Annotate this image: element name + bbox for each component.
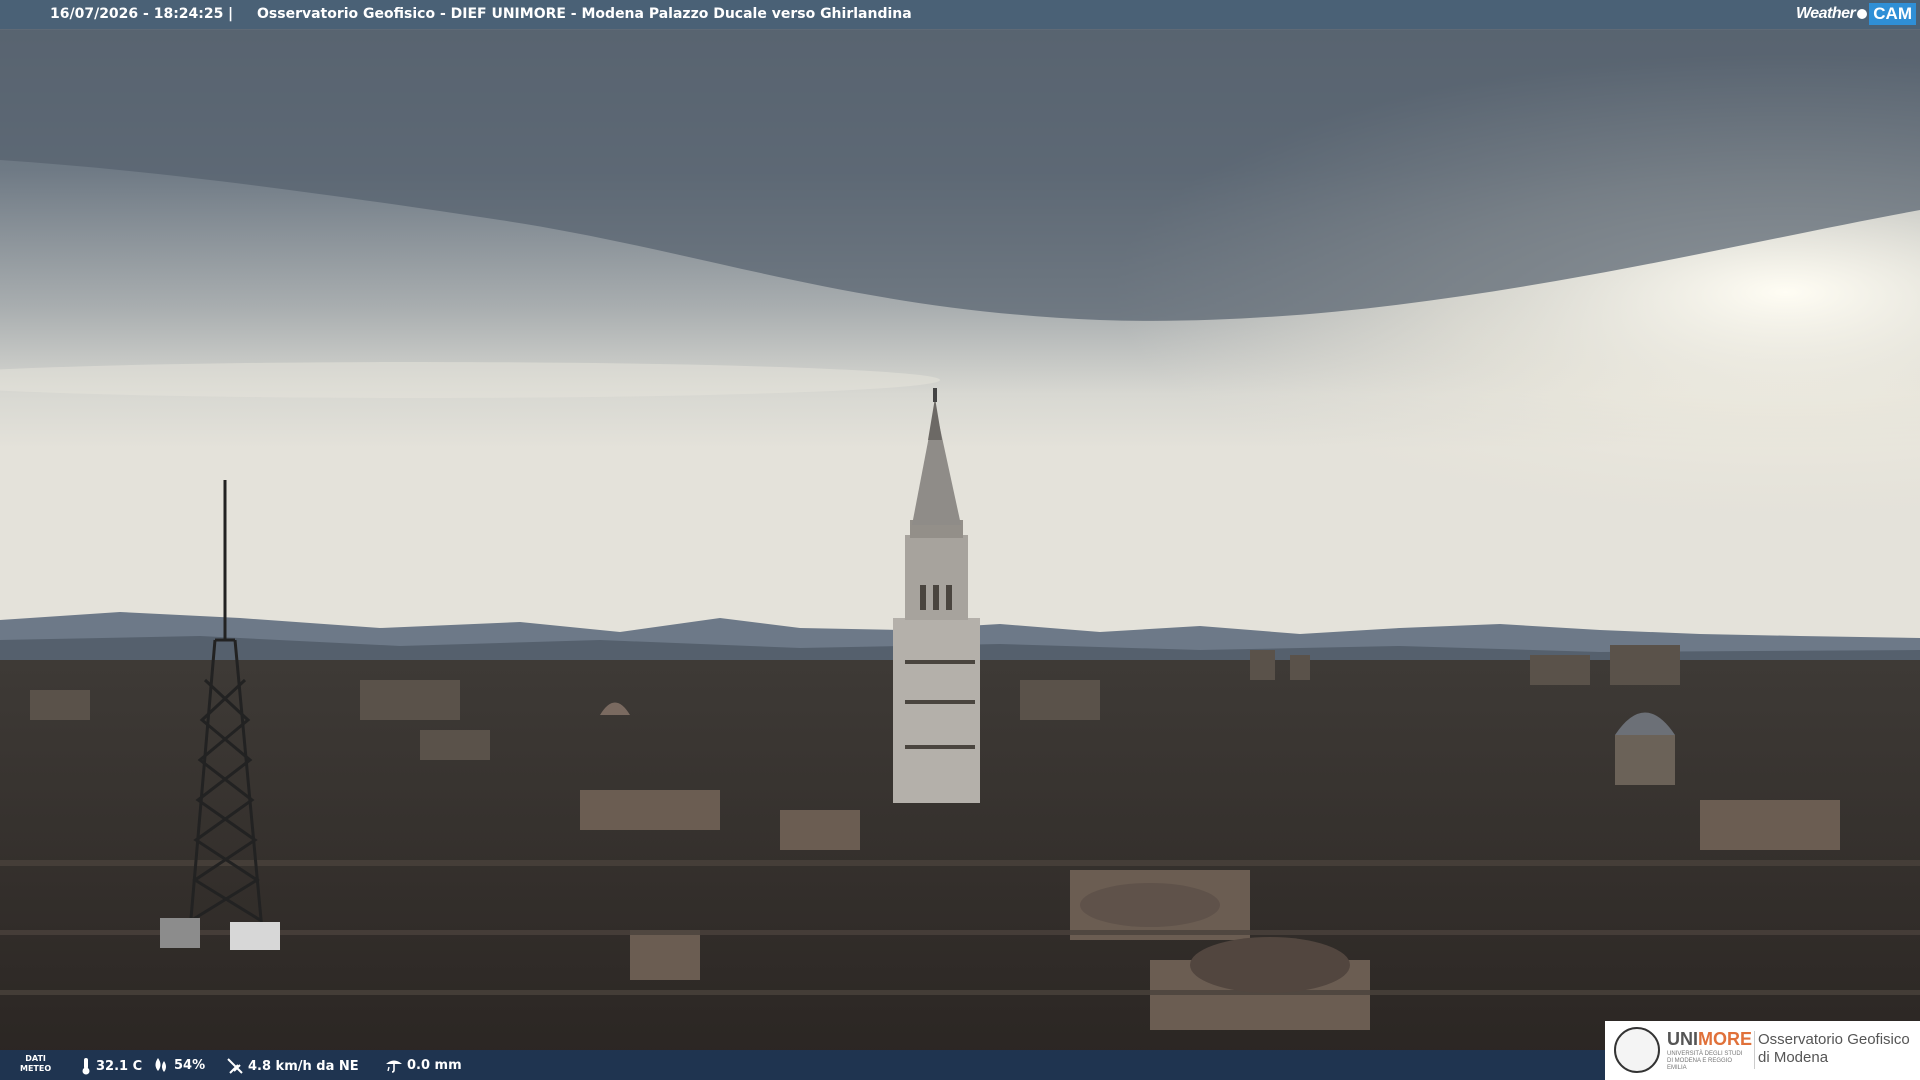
wind-icon xyxy=(227,1058,243,1074)
humidity-metric: 54% xyxy=(152,1057,205,1073)
observatory-line1: Osservatorio Geofisico xyxy=(1758,1031,1910,1048)
temperature-metric: 32.1 C xyxy=(80,1057,142,1075)
overlay-top-bar: 16/07/2026 - 18:24:25 | Osservatorio Geo… xyxy=(0,0,1920,29)
title-separator: | xyxy=(228,6,234,22)
brand-dot-icon xyxy=(1857,9,1868,19)
rain-value: 0.0 mm xyxy=(407,1057,462,1073)
unimore-subtitle: UNIVERSITÀ DEGLI STUDI DI MODENA E REGGI… xyxy=(1667,1051,1743,1071)
brand-weather-text: Weather xyxy=(1795,5,1856,22)
logo-divider xyxy=(1754,1031,1755,1069)
unimore-seal-icon xyxy=(1614,1027,1660,1073)
webcam-image xyxy=(0,0,1920,1080)
uni-prefix: UNI xyxy=(1667,1029,1698,1049)
unimore-logo: UNIMORE UNIVERSITÀ DEGLI STUDI DI MODENA… xyxy=(1605,1021,1920,1080)
weathercam-logo: Weather CAM xyxy=(1796,2,1916,26)
wind-metric: 4.8 km/h da NE xyxy=(226,1057,359,1075)
rain-metric: 0.0 mm xyxy=(385,1057,462,1073)
dati-label-line2: METEO xyxy=(20,1064,52,1073)
uni-suffix: MORE xyxy=(1698,1029,1752,1049)
observatory-name: Osservatorio Geofisico di Modena xyxy=(1758,1031,1910,1067)
humidity-drop-icon xyxy=(155,1058,166,1072)
timestamp: 16/07/2026 - 18:24:25 xyxy=(50,6,224,22)
wind-value: 4.8 km/h da NE xyxy=(248,1058,359,1074)
dati-label-line1: DATI xyxy=(25,1054,46,1063)
observatory-line2: di Modena xyxy=(1758,1049,1829,1066)
weather-data-bar: DATI METEO 32.1 C 54% 4.8 km/h da NE 0.0… xyxy=(0,1050,1605,1080)
brand-cam-text: CAM xyxy=(1869,3,1916,25)
humidity-value: 54% xyxy=(174,1057,206,1073)
rain-gauge-icon xyxy=(386,1060,402,1073)
temperature-value: 32.1 C xyxy=(96,1058,143,1074)
dati-meteo-label: DATI METEO xyxy=(20,1054,51,1074)
thermometer-icon xyxy=(82,1058,90,1075)
camera-title: Osservatorio Geofisico - DIEF UNIMORE - … xyxy=(257,6,912,22)
unimore-wordmark: UNIMORE xyxy=(1667,1029,1752,1050)
